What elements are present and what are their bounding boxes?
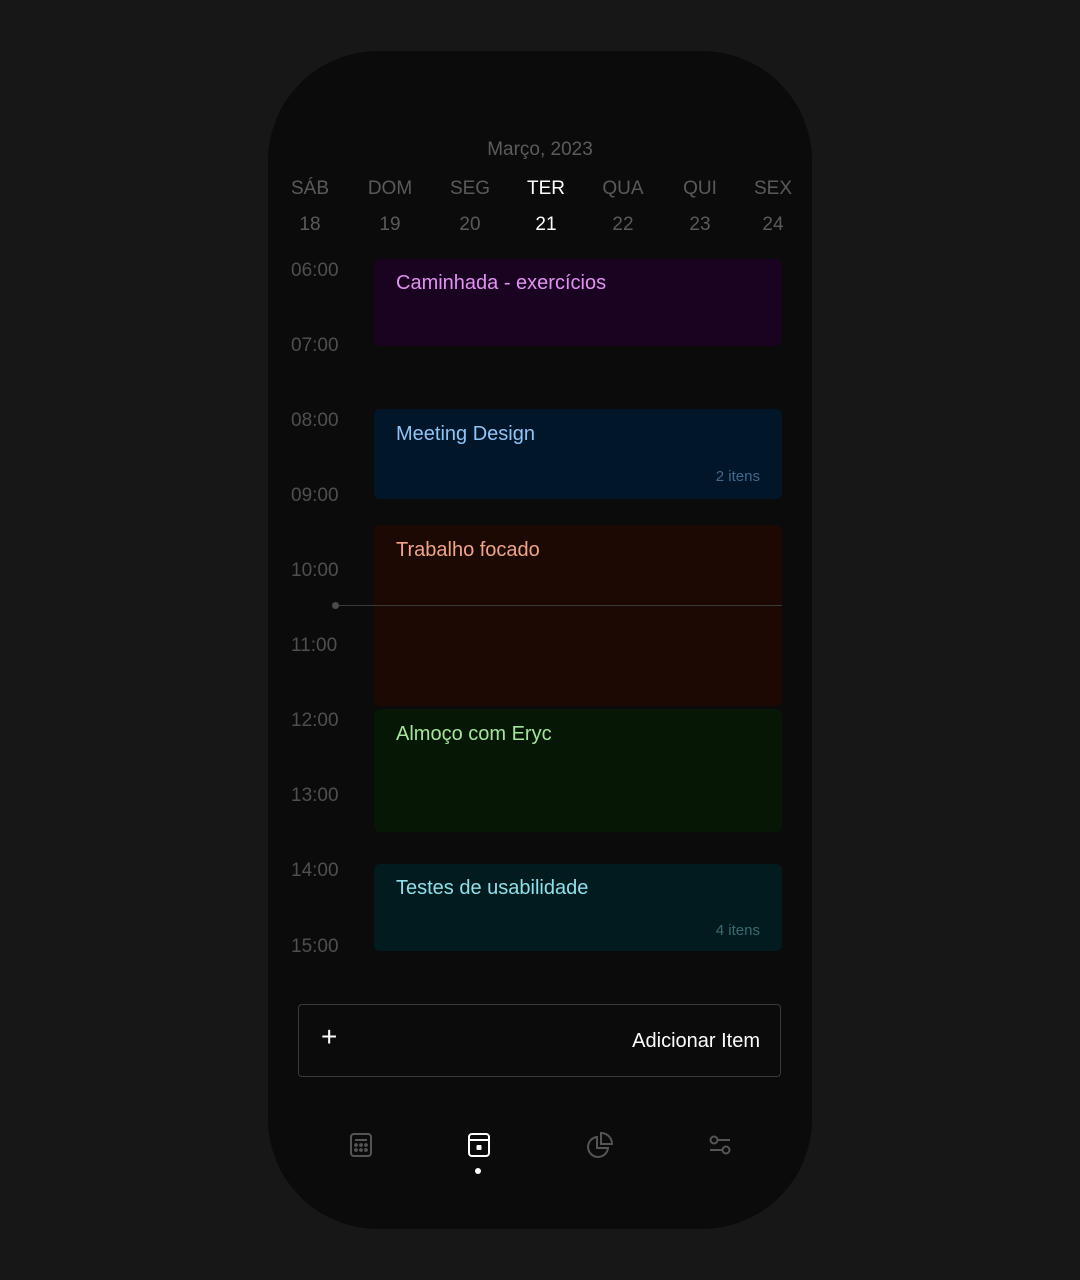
month-title: Março, 2023 — [487, 139, 593, 160]
hour-label: 13:00 — [291, 785, 339, 806]
hour-label: 15:00 — [291, 936, 339, 957]
current-time-line — [337, 605, 782, 606]
settings-sliders-icon — [709, 1135, 731, 1155]
event-title: Testes de usabilidade — [396, 877, 589, 899]
pie-chart-icon — [587, 1131, 614, 1158]
day-number-sun[interactable]: 19 — [379, 214, 400, 236]
event-item-count: 2 itens — [715, 468, 760, 485]
day-number-wed[interactable]: 22 — [612, 214, 633, 236]
day-number-fri[interactable]: 24 — [762, 214, 783, 236]
nav-calendar-day-icon[interactable] — [464, 1130, 494, 1160]
day-name-fri[interactable]: SEX — [754, 178, 792, 200]
event-card-caminhada[interactable]: Caminhada - exercícios — [374, 259, 782, 346]
event-card-almoco[interactable]: Almoço com Eryc — [374, 709, 782, 832]
phone-frame: Março, 2023 SÁB DOM SEG TER QUA QUI SEX … — [268, 51, 812, 1229]
add-item-button[interactable]: + Adicionar Item — [298, 1004, 781, 1077]
day-number-tue[interactable]: 21 — [535, 214, 556, 236]
day-number-mon[interactable]: 20 — [459, 214, 480, 236]
event-card-trabalho-focado[interactable]: Trabalho focado — [374, 525, 782, 706]
add-item-label: Adicionar Item — [632, 1030, 760, 1052]
event-title: Meeting Design — [396, 423, 535, 445]
nav-pie-chart-icon[interactable] — [584, 1130, 614, 1160]
hour-label: 07:00 — [291, 335, 339, 356]
event-card-meeting-design[interactable]: Meeting Design 2 itens — [374, 409, 782, 499]
day-number-thu[interactable]: 23 — [689, 214, 710, 236]
hour-label: 11:00 — [291, 635, 338, 656]
hour-label: 14:00 — [291, 860, 339, 881]
hour-label: 08:00 — [291, 410, 339, 431]
event-card-testes-usabilidade[interactable]: Testes de usabilidade 4 itens — [374, 864, 782, 951]
hour-label: 10:00 — [291, 560, 339, 581]
event-title: Trabalho focado — [396, 539, 540, 561]
day-name-mon[interactable]: SEG — [450, 178, 490, 200]
day-name-thu[interactable]: QUI — [683, 178, 717, 200]
nav-calculator-icon[interactable] — [346, 1130, 376, 1160]
event-item-count: 4 itens — [715, 922, 760, 939]
calendar-day-icon — [468, 1133, 490, 1157]
current-time-dot — [332, 602, 339, 609]
day-name-sun[interactable]: DOM — [368, 178, 412, 200]
hour-label: 09:00 — [291, 485, 339, 506]
hour-label: 06:00 — [291, 260, 339, 281]
calculator-icon — [350, 1133, 372, 1157]
hour-label: 12:00 — [291, 710, 339, 731]
event-title: Almoço com Eryc — [396, 723, 552, 745]
day-number-sat[interactable]: 18 — [299, 214, 320, 236]
active-nav-indicator — [475, 1168, 481, 1174]
nav-settings-sliders-icon[interactable] — [705, 1130, 735, 1160]
plus-icon: + — [321, 1021, 338, 1052]
day-name-tue[interactable]: TER — [527, 178, 565, 200]
day-name-sat[interactable]: SÁB — [291, 178, 329, 200]
event-title: Caminhada - exercícios — [396, 272, 607, 294]
day-name-wed[interactable]: QUA — [602, 178, 643, 200]
